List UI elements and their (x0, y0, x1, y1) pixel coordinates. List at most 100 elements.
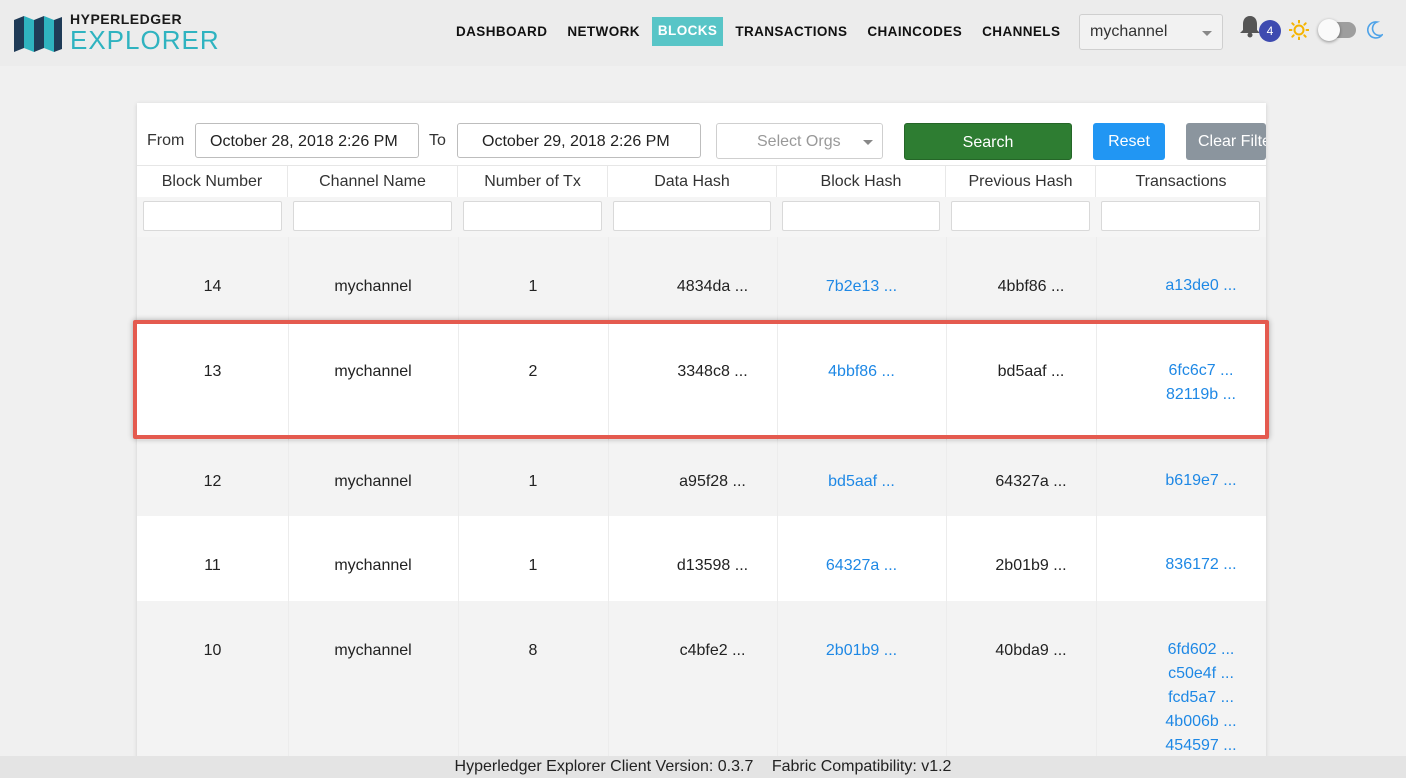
transaction-link[interactable]: 6fc6c7 ... (1116, 359, 1266, 383)
bell-icon[interactable] (1239, 14, 1261, 38)
transaction-link[interactable]: 6fd602 ... (1116, 638, 1266, 662)
transactions-filter-input[interactable] (1101, 201, 1260, 231)
select-orgs-placeholder: Select Orgs (757, 133, 841, 150)
transaction-link[interactable]: 836172 ... (1116, 553, 1266, 577)
theme-toggle[interactable] (1318, 19, 1356, 41)
column-divider (288, 237, 289, 763)
chevron-down-icon (863, 140, 873, 145)
prev-hash-cell: 64327a ... (995, 473, 1067, 490)
prev-hash-filter-input[interactable] (951, 201, 1090, 231)
logo-icon (14, 15, 62, 52)
block-number-cell: 11 (204, 557, 221, 574)
num-tx-cell: 2 (528, 363, 538, 380)
block-number-cell: 10 (203, 642, 222, 659)
channel-select[interactable]: mychannel (1079, 14, 1223, 50)
block-number-cell: 13 (203, 363, 222, 380)
nav-chaincodes[interactable]: CHAINCODES (859, 17, 970, 46)
nav-transactions[interactable]: TRANSACTIONS (727, 17, 855, 46)
column-filter-row (137, 197, 1266, 237)
column-divider (1096, 237, 1097, 763)
block-hash-link[interactable]: 64327a ... (777, 557, 946, 575)
top-header: HYPERLEDGER EXPLORER DASHBOARD NETWORK B… (0, 0, 1406, 66)
channel-cell: mychannel (334, 473, 412, 490)
to-label: To (429, 132, 446, 149)
notification-badge: 4 (1259, 20, 1281, 42)
num-tx-filter-input[interactable] (463, 201, 602, 231)
transactions-cell: 6fd602 ... c50e4f ... fcd5a7 ... 4b006b … (1116, 638, 1266, 758)
block-hash-link[interactable]: 7b2e13 ... (777, 278, 946, 296)
transactions-cell: 6fc6c7 ... 82119b ... (1116, 359, 1266, 407)
client-version-text: Hyperledger Explorer Client Version: 0.3… (454, 758, 754, 775)
footer: Hyperledger Explorer Client Version: 0.3… (0, 756, 1406, 778)
transaction-link[interactable]: 4b006b ... (1116, 710, 1266, 734)
prev-hash-cell: 40bda9 ... (995, 642, 1067, 659)
transaction-link[interactable]: 454597 ... (1116, 734, 1266, 758)
moon-icon (1367, 21, 1383, 39)
num-tx-cell: 1 (528, 473, 538, 490)
prev-hash-cell: 2b01b9 ... (995, 557, 1067, 574)
channel-select-value: mychannel (1090, 23, 1168, 40)
channel-cell: mychannel (334, 278, 412, 295)
num-tx-cell: 8 (528, 642, 538, 659)
column-header[interactable]: Channel Name (288, 166, 458, 198)
data-hash-cell: 4834da ... (676, 278, 749, 295)
chevron-down-icon (1202, 31, 1212, 36)
data-hash-cell: c4bfe2 ... (679, 642, 746, 659)
transactions-cell: a13de0 ... (1116, 274, 1266, 298)
blocks-card: From October 28, 2018 2:26 PM To October… (137, 103, 1266, 763)
block-number-filter-input[interactable] (143, 201, 282, 231)
channel-cell: mychannel (334, 557, 412, 574)
column-header[interactable]: Block Hash (777, 166, 946, 198)
column-header[interactable]: Previous Hash (946, 166, 1096, 198)
transaction-link[interactable]: c50e4f ... (1116, 662, 1266, 686)
channel-name-filter-input[interactable] (293, 201, 452, 231)
column-header[interactable]: Block Number (137, 166, 288, 198)
nav-blocks[interactable]: BLOCKS (651, 17, 724, 46)
prev-hash-cell: bd5aaf ... (997, 363, 1065, 380)
block-number-cell: 14 (203, 278, 222, 295)
toggle-knob (1318, 19, 1340, 41)
block-hash-link[interactable]: 2b01b9 ... (777, 642, 946, 660)
reset-button[interactable]: Reset (1093, 123, 1165, 160)
transaction-link[interactable]: a13de0 ... (1116, 274, 1266, 298)
block-hash-link[interactable]: bd5aaf ... (777, 473, 946, 491)
prev-hash-cell: 4bbf86 ... (997, 278, 1065, 295)
table-header: Block Number Channel Name Number of Tx D… (137, 165, 1266, 198)
block-hash-filter-input[interactable] (782, 201, 940, 231)
num-tx-cell: 1 (528, 278, 538, 295)
sun-icon (1289, 20, 1309, 40)
nav-channels[interactable]: CHANNELS (974, 17, 1068, 46)
channel-cell: mychannel (334, 642, 412, 659)
data-hash-cell: d13598 ... (676, 557, 749, 574)
transaction-link[interactable]: b619e7 ... (1116, 469, 1266, 493)
filter-bar: From October 28, 2018 2:26 PM To October… (137, 103, 1266, 165)
column-divider (777, 237, 778, 763)
column-divider (608, 237, 609, 763)
transaction-link[interactable]: 82119b ... (1116, 383, 1266, 407)
block-number-cell: 12 (203, 473, 222, 490)
transactions-cell: 836172 ... (1116, 553, 1266, 577)
select-orgs-dropdown[interactable]: Select Orgs (716, 123, 883, 159)
column-divider (458, 237, 459, 763)
to-date-input[interactable]: October 29, 2018 2:26 PM (457, 123, 701, 158)
fabric-compatibility-text: Fabric Compatibility: v1.2 (771, 758, 952, 775)
clear-filter-button[interactable]: Clear Filter (1186, 123, 1266, 160)
data-hash-filter-input[interactable] (613, 201, 771, 231)
brand-top: HYPERLEDGER (70, 11, 183, 27)
channel-cell: mychannel (334, 363, 412, 380)
hyperledger-explorer-logo[interactable]: HYPERLEDGER EXPLORER (12, 12, 220, 53)
column-header[interactable]: Transactions (1096, 166, 1266, 198)
data-hash-cell: a95f28 ... (679, 473, 746, 490)
brand-bottom: EXPLORER (70, 25, 220, 55)
nav-network[interactable]: NETWORK (559, 17, 648, 46)
transaction-link[interactable]: fcd5a7 ... (1116, 686, 1266, 710)
from-date-input[interactable]: October 28, 2018 2:26 PM (195, 123, 419, 158)
block-hash-link[interactable]: 4bbf86 ... (777, 363, 946, 381)
column-header[interactable]: Number of Tx (458, 166, 608, 198)
data-hash-cell: 3348c8 ... (677, 363, 748, 380)
nav-dashboard[interactable]: DASHBOARD (448, 17, 555, 46)
search-button[interactable]: Search (904, 123, 1072, 160)
transactions-cell: b619e7 ... (1116, 469, 1266, 493)
main-nav: DASHBOARD NETWORK BLOCKS TRANSACTIONS CH… (448, 17, 1072, 46)
column-header[interactable]: Data Hash (608, 166, 777, 198)
